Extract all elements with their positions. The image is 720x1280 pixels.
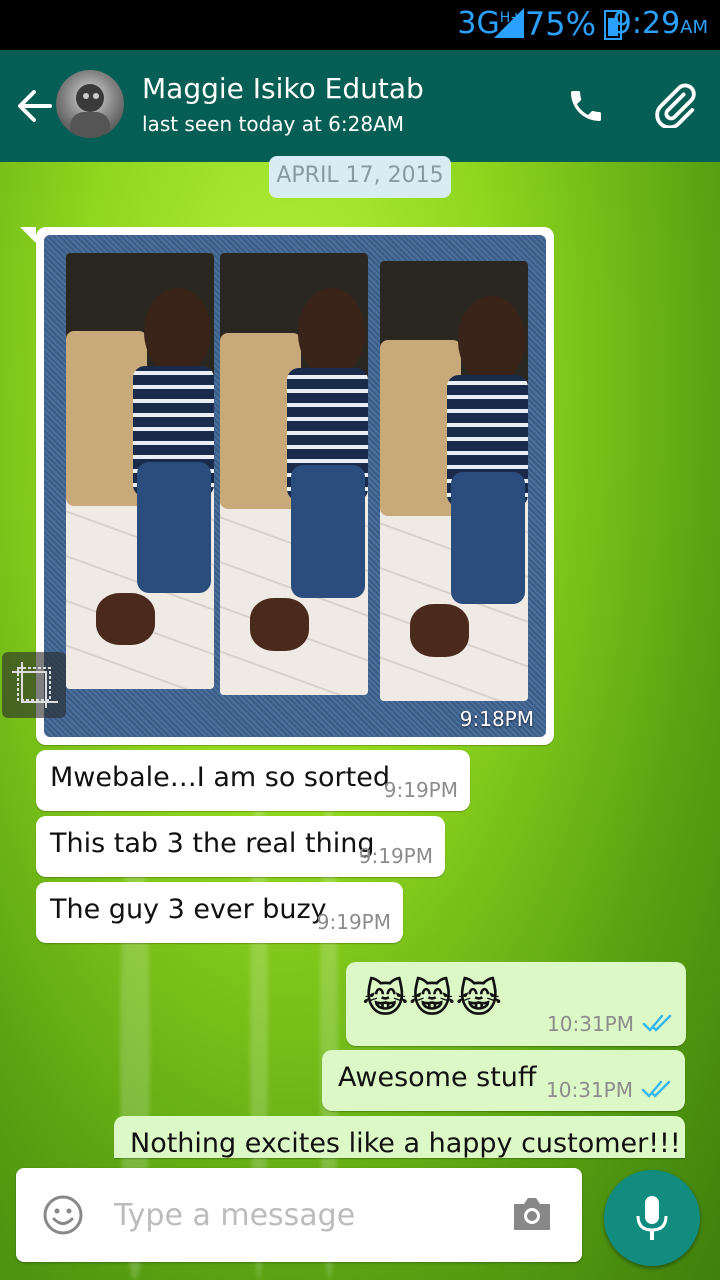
- message-time: 10:31PM: [546, 1078, 633, 1102]
- message-time: 9:18PM: [459, 707, 534, 731]
- camera-icon[interactable]: [510, 1194, 554, 1234]
- smiley-icon[interactable]: [42, 1194, 84, 1236]
- signal-icon: [494, 8, 524, 38]
- last-seen-status: last seen today at 6:28AM: [142, 112, 405, 136]
- message-text: Nothing excites like a happy customer!!!: [130, 1128, 681, 1158]
- date-divider: APRIL 17, 2015: [269, 156, 451, 198]
- read-receipt-icon: [641, 1080, 671, 1098]
- contact-name[interactable]: Maggie Isiko Edutab: [142, 72, 424, 105]
- incoming-message[interactable]: Mwebale…I am so sorted 9:19PM: [36, 750, 470, 811]
- paperclip-icon[interactable]: [652, 82, 698, 128]
- microphone-icon: [636, 1196, 668, 1240]
- photo-panel: [380, 261, 528, 701]
- outgoing-message[interactable]: Awesome stuff 10:31PM: [322, 1050, 685, 1111]
- message-text: The guy 3 ever buzy: [50, 894, 327, 925]
- mic-button[interactable]: [604, 1170, 700, 1266]
- image-message[interactable]: 9:18PM: [20, 227, 554, 745]
- read-receipt-icon: [642, 1014, 672, 1032]
- message-text: This tab 3 the real thing: [50, 828, 375, 859]
- message-text: Mwebale…I am so sorted: [50, 762, 390, 793]
- status-bar: 3GH+ 75% 9:29AM: [0, 0, 720, 50]
- emoji-message-text: 😹😹😹: [362, 976, 503, 1022]
- battery-percent: 75%: [524, 5, 596, 43]
- back-arrow-icon[interactable]: [16, 86, 52, 126]
- incoming-message[interactable]: This tab 3 the real thing 9:19PM: [36, 816, 445, 877]
- phone-icon[interactable]: [566, 86, 606, 126]
- message-text: Awesome stuff: [338, 1062, 537, 1093]
- photo-collage[interactable]: [44, 235, 546, 737]
- outgoing-message[interactable]: 😹😹😹 10:31PM: [346, 962, 686, 1046]
- message-time: 9:19PM: [358, 844, 433, 868]
- clock: 9:29AM: [612, 6, 708, 41]
- outgoing-message[interactable]: Nothing excites like a happy customer!!!: [114, 1116, 685, 1158]
- message-time: 10:31PM: [547, 1012, 634, 1036]
- message-composer: [16, 1168, 582, 1262]
- avatar[interactable]: [56, 70, 124, 138]
- message-time: 9:19PM: [316, 910, 391, 934]
- avatar-photo: [70, 84, 110, 138]
- photo-panel: [220, 253, 368, 695]
- chat-header: Maggie Isiko Edutab last seen today at 6…: [0, 50, 720, 162]
- message-time: 9:19PM: [383, 778, 458, 802]
- photo-panel: [66, 253, 214, 689]
- crop-icon: [12, 662, 58, 708]
- message-input[interactable]: [112, 1190, 496, 1240]
- incoming-message[interactable]: The guy 3 ever buzy 9:19PM: [36, 882, 403, 943]
- crop-overlay-icon[interactable]: [2, 652, 66, 718]
